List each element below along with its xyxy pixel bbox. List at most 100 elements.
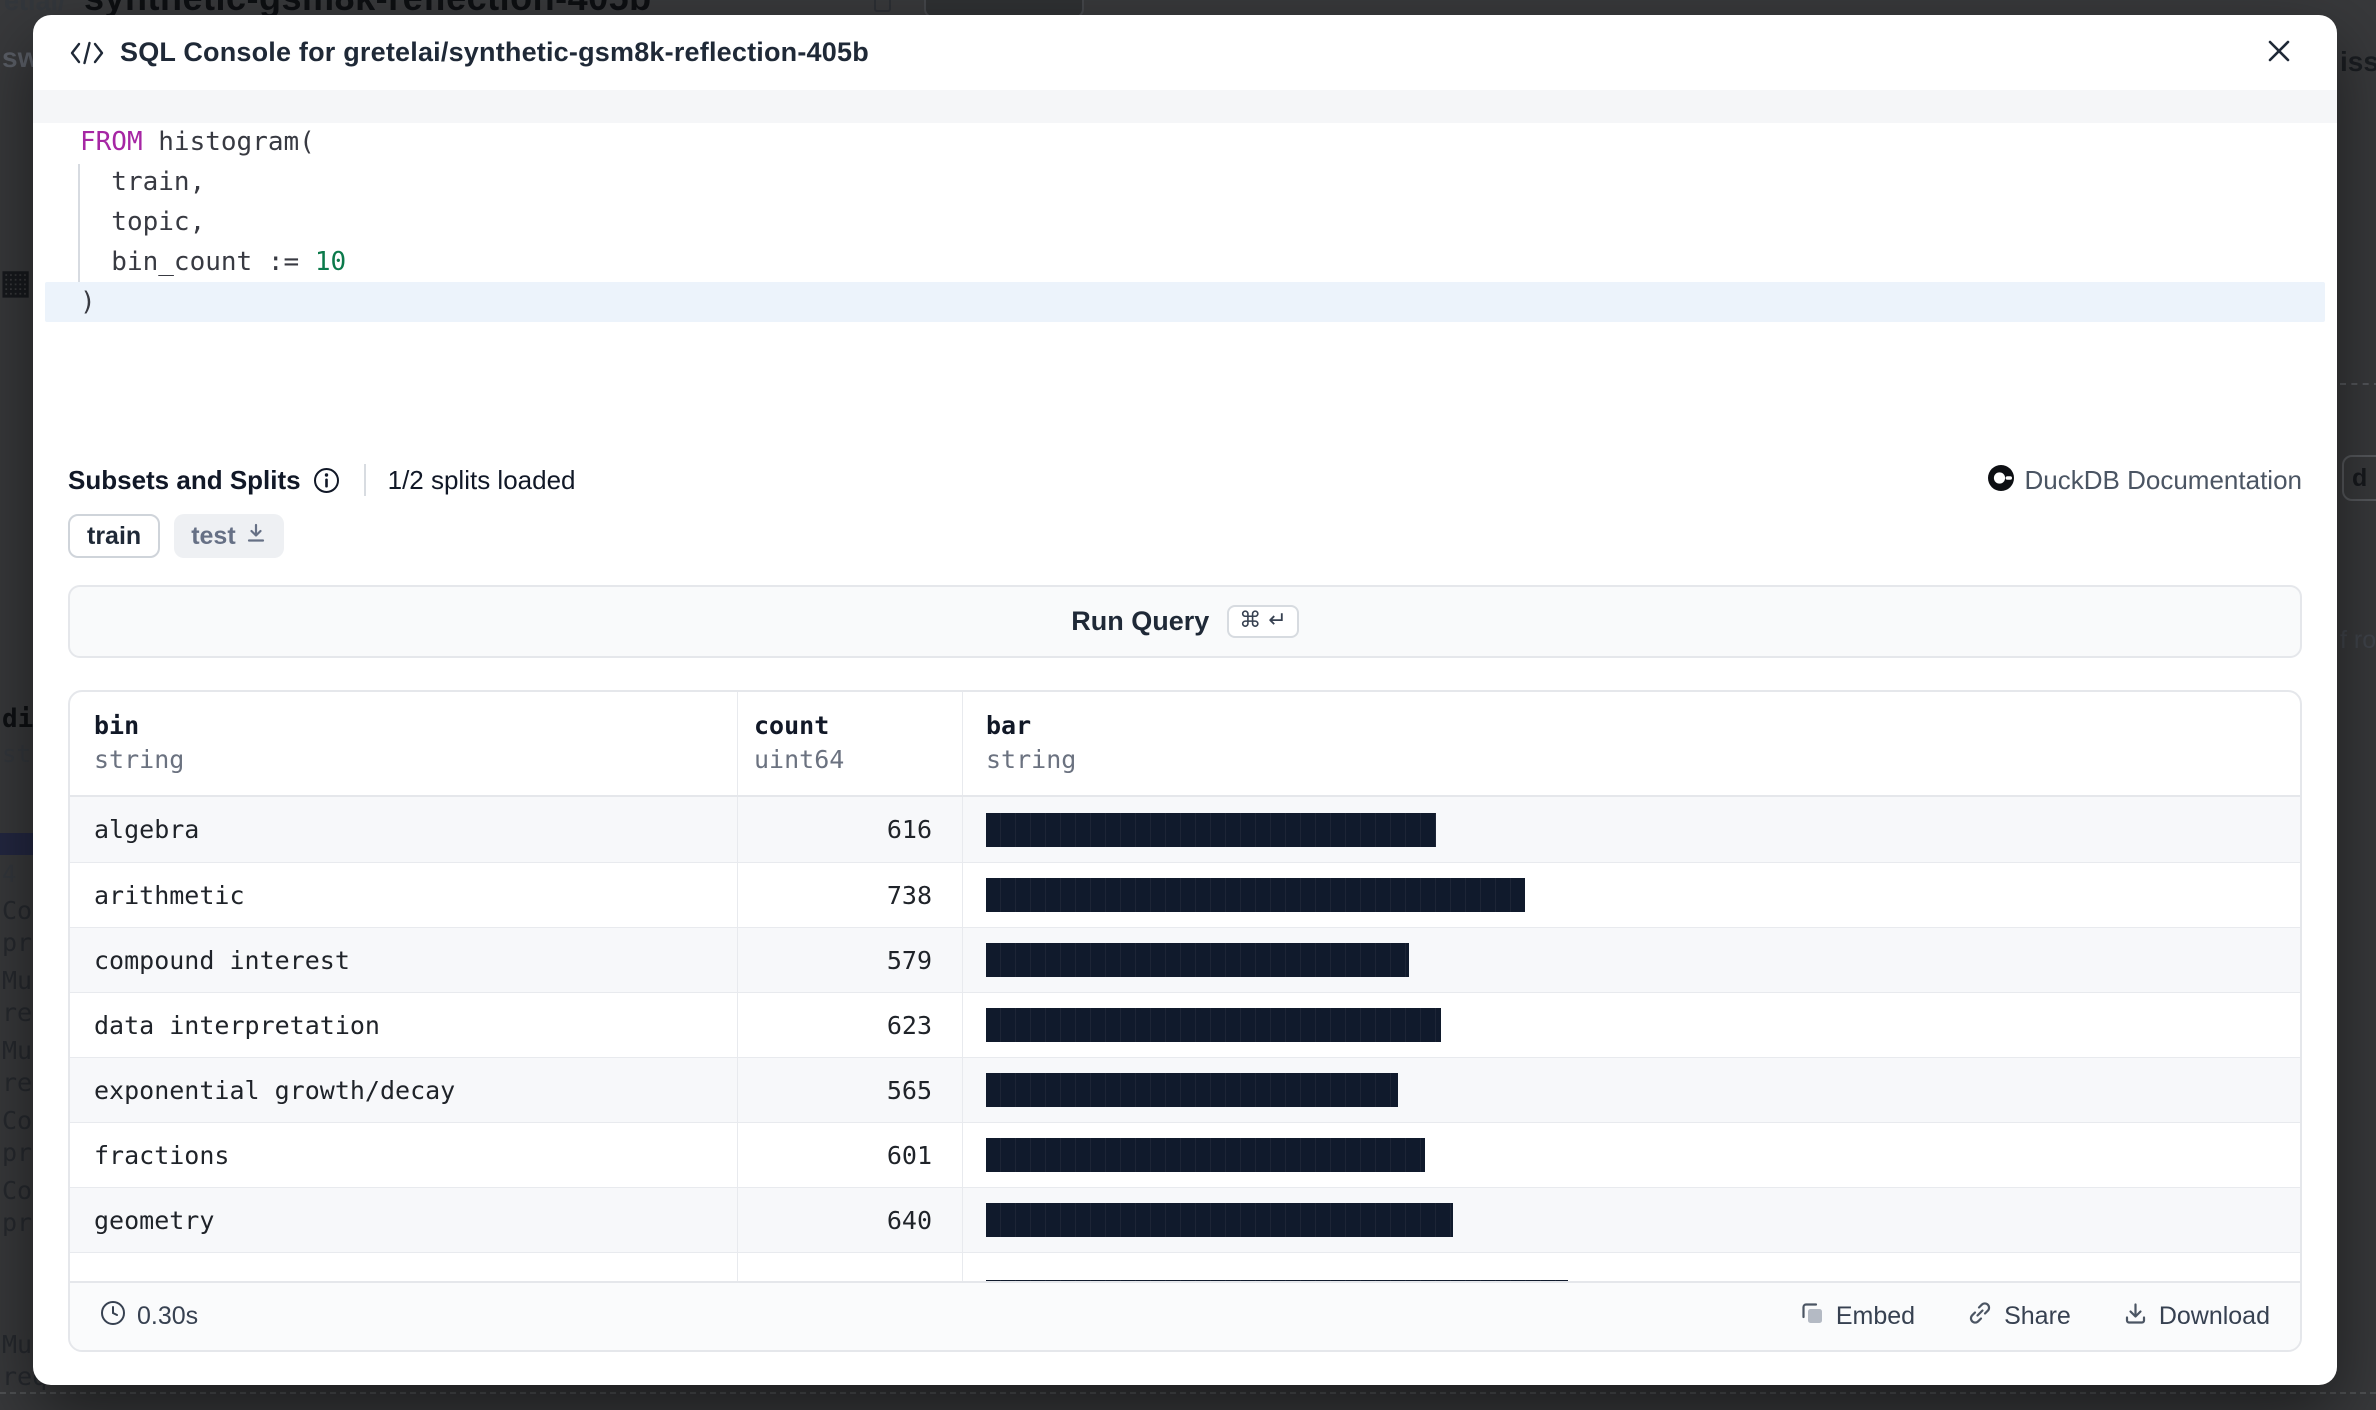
close-icon	[2265, 37, 2293, 68]
histogram-bar	[986, 1073, 1398, 1107]
bin-cell: algebra	[70, 797, 737, 862]
table-header: bin string count uint64 bar string	[70, 692, 2300, 797]
share-link-icon	[1967, 1300, 1993, 1333]
share-button[interactable]: Share	[1967, 1300, 2071, 1333]
splits-loaded-status: 1/2 splits loaded	[388, 465, 576, 496]
vertical-divider	[364, 464, 366, 496]
table-row[interactable]: algebra616	[70, 797, 2300, 862]
background-copy-icon	[874, 0, 891, 12]
background-text-fragment	[2340, 383, 2376, 385]
code-line[interactable]: train,	[33, 162, 2337, 202]
run-query-label: Run Query	[1071, 606, 1209, 637]
background-table-border	[0, 1392, 2376, 1394]
keyboard-shortcut-badge: ⌘ ↵	[1227, 605, 1298, 638]
code-token: )	[80, 287, 96, 317]
info-circle-icon[interactable]	[313, 467, 340, 494]
bin-cell: compound interest	[70, 928, 737, 992]
histogram-bar	[986, 1138, 1425, 1172]
query-results-card: bin string count uint64 bar string algeb…	[68, 690, 2302, 1352]
bin-cell: arithmetic	[70, 863, 737, 927]
histogram-bar	[986, 813, 1436, 847]
modal-header: SQL Console for gretelai/synthetic-gsm8k…	[33, 15, 2337, 90]
download-icon	[2123, 1301, 2148, 1333]
bin-cell: data interpretation	[70, 993, 737, 1057]
count-cell: 601	[737, 1123, 962, 1187]
code-token: histogram(	[143, 127, 315, 157]
table-row[interactable]: data interpretation623	[70, 992, 2300, 1057]
bar-cell	[962, 797, 2300, 862]
code-tag-icon	[69, 40, 105, 66]
code-token: bin_count :=	[80, 247, 315, 277]
subsets-label: Subsets and Splits	[68, 465, 301, 496]
count-cell: 623	[737, 993, 962, 1057]
split-button-train[interactable]: train	[68, 514, 160, 558]
bin-cell: geometry	[70, 1188, 737, 1252]
bar-cell	[962, 928, 2300, 992]
count-cell: 616	[737, 797, 962, 862]
duckdb-documentation-label: DuckDB Documentation	[2025, 465, 2302, 496]
table-row[interactable]: fractions601	[70, 1122, 2300, 1187]
duckdb-documentation-link[interactable]: DuckDB Documentation	[1987, 464, 2302, 497]
code-token: train,	[80, 167, 205, 197]
column-header-bin[interactable]: bin string	[70, 692, 737, 795]
split-test-label: test	[191, 522, 235, 551]
bin-cell: fractions	[70, 1123, 737, 1187]
column-name: count	[754, 708, 962, 744]
download-button[interactable]: Download	[2123, 1301, 2270, 1333]
count-cell: 640	[737, 1188, 962, 1252]
download-label: Download	[2159, 1302, 2270, 1331]
table-body: algebra616arithmetic738compound interest…	[70, 797, 2300, 1285]
indent-guide	[78, 164, 80, 282]
bar-cell	[962, 1058, 2300, 1122]
code-line[interactable]: topic,	[33, 202, 2337, 242]
code-line[interactable]: FROM histogram(	[33, 122, 2337, 162]
sql-editor[interactable]: FROM histogram( train, topic, bin_count …	[33, 122, 2337, 362]
split-train-label: train	[87, 522, 141, 551]
sql-code-lines: FROM histogram( train, topic, bin_count …	[33, 122, 2337, 322]
bar-cell	[962, 1123, 2300, 1187]
histogram-bar	[986, 878, 1525, 912]
bar-cell	[962, 863, 2300, 927]
count-cell: 579	[737, 928, 962, 992]
column-header-bar[interactable]: bar string	[962, 692, 2300, 795]
code-line[interactable]: bin_count := 10	[33, 242, 2337, 282]
histogram-bar	[986, 1203, 1453, 1237]
query-duration-value: 0.30s	[137, 1302, 198, 1331]
column-name: bar	[986, 708, 2300, 744]
splits-row: train test	[68, 513, 284, 559]
sql-console-modal: SQL Console for gretelai/synthetic-gsm8k…	[33, 15, 2337, 1385]
column-header-count[interactable]: count uint64	[737, 692, 962, 795]
column-type: string	[94, 744, 737, 776]
run-query-button[interactable]: Run Query ⌘ ↵	[68, 585, 2302, 658]
column-name: bin	[94, 708, 737, 744]
table-row[interactable]: arithmetic738	[70, 862, 2300, 927]
count-cell: 738	[737, 863, 962, 927]
query-duration: 0.30s	[100, 1300, 198, 1333]
bar-cell	[962, 1188, 2300, 1252]
bar-cell	[962, 993, 2300, 1057]
embed-label: Embed	[1836, 1302, 1915, 1331]
table-row[interactable]: compound interest579	[70, 927, 2300, 992]
code-token: 10	[315, 247, 346, 277]
histogram-bar	[986, 943, 1409, 977]
split-button-test[interactable]: test	[174, 514, 283, 558]
background-text-fragment: d	[2342, 455, 2376, 501]
code-line[interactable]: )	[45, 282, 2325, 322]
split-download-icon	[245, 522, 267, 551]
footer-actions: Embed Share	[1800, 1300, 2270, 1333]
code-token: topic,	[80, 207, 205, 237]
results-footer: 0.30s Embed	[70, 1281, 2300, 1350]
embed-icon	[1800, 1301, 1825, 1333]
embed-button[interactable]: Embed	[1800, 1301, 1915, 1333]
table-row[interactable]: geometry640	[70, 1187, 2300, 1252]
bin-cell: exponential growth/decay	[70, 1058, 737, 1122]
table-row[interactable]: exponential growth/decay565	[70, 1057, 2300, 1122]
close-button[interactable]	[2257, 31, 2301, 75]
column-type: string	[986, 744, 2300, 776]
clock-icon	[100, 1300, 126, 1333]
background-text-fragment: issa	[2340, 46, 2376, 78]
background-text-fragment	[0, 833, 34, 855]
header-divider-strip	[33, 90, 2337, 123]
modal-title: SQL Console for gretelai/synthetic-gsm8k…	[120, 37, 869, 68]
column-type: uint64	[754, 744, 962, 776]
